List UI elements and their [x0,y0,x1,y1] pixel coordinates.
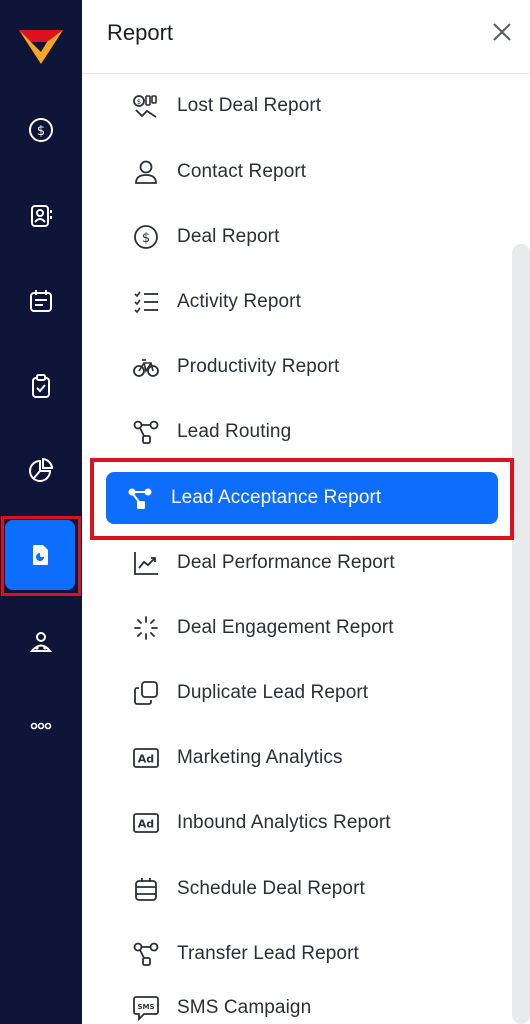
rail-tasks-button[interactable] [21,366,61,406]
dollar-circle-icon: $ [134,225,158,249]
svg-text:Ad: Ad [138,753,154,766]
menu-item-label: Activity Report [177,291,301,312]
menu-item-label: Contact Report [177,161,307,182]
sms-icon: SMS [133,996,159,1022]
menu-item-productivity-report[interactable]: Productivity Report [112,341,517,393]
user-group-icon [29,632,53,652]
menu-item-lead-routing[interactable]: Lead Routing [112,406,517,458]
menu-item-label: Lead Acceptance Report [171,487,382,508]
calendar-note-icon [30,290,52,312]
left-nav-rail: $ [0,0,82,1024]
calendar-icon [135,878,157,901]
panel-header: Report [82,0,530,74]
menu-item-label: Deal Engagement Report [177,617,394,638]
dollar-circle-icon: $ [29,118,53,142]
rail-contacts-button[interactable] [21,196,61,236]
svg-text:Ad: Ad [138,818,154,831]
menu-item-deal-report[interactable]: $ Deal Report [112,211,517,263]
menu-item-schedule-deal-report[interactable]: Schedule Deal Report [112,863,517,915]
menu-item-label: Productivity Report [177,356,340,377]
checklist-icon [134,291,158,314]
menu-item-label: Deal Performance Report [177,552,395,573]
menu-item-inbound-analytics-report[interactable]: Ad Inbound Analytics Report [112,797,517,849]
menu-item-deal-engagement-report[interactable]: Deal Engagement Report [112,602,517,654]
bicycle-icon [133,359,159,377]
pie-chart-icon [29,457,54,482]
duplicate-icon [134,681,158,705]
menu-item-label: Marketing Analytics [177,747,343,768]
report-document-icon [33,545,48,565]
menu-item-label: SMS Campaign [177,997,312,1018]
menu-item-label: Lost Deal Report [177,95,322,116]
loading-spinner-icon [134,616,158,640]
routing-icon [133,942,159,966]
routing-icon [133,420,159,444]
brand-logo-icon[interactable] [17,24,65,68]
menu-item-label: Deal Report [177,226,280,247]
menu-item-label: Transfer Lead Report [177,943,359,964]
menu-item-lead-acceptance-report[interactable]: Lead Acceptance Report [106,472,498,524]
ad-icon: Ad [133,748,159,768]
svg-text:$: $ [137,98,141,106]
more-dots-icon [30,722,52,730]
menu-item-label: Inbound Analytics Report [177,812,391,833]
rail-more-button[interactable] [21,706,61,746]
menu-item-activity-report[interactable]: Activity Report [112,276,517,328]
menu-item-label: Lead Routing [177,421,292,442]
close-button[interactable] [488,18,516,46]
svg-text:$: $ [142,231,150,246]
close-icon [493,23,511,41]
report-panel: Report $ Lost Deal Report Contact Report [82,0,530,1024]
menu-item-sms-campaign[interactable]: SMS SMS Campaign [112,982,517,1024]
rail-reports-button[interactable] [5,520,75,590]
svg-text:SMS: SMS [137,1003,154,1011]
menu-item-contact-report[interactable]: Contact Report [112,146,517,198]
menu-item-lost-deal-report[interactable]: $ Lost Deal Report [112,80,517,132]
routing-icon [128,488,152,509]
menu-item-transfer-lead-report[interactable]: Transfer Lead Report [112,928,517,980]
lost-deal-icon: $ [133,95,157,118]
rail-deals-button[interactable]: $ [21,110,61,150]
contact-card-icon [31,205,52,227]
ad-icon: Ad [133,813,159,833]
rail-analytics-button[interactable] [21,450,61,490]
trend-chart-icon [134,552,158,575]
rail-team-button[interactable] [21,622,61,662]
person-icon [135,160,157,184]
rail-calendar-button[interactable] [21,281,61,321]
svg-text:$: $ [37,124,45,139]
menu-item-duplicate-lead-report[interactable]: Duplicate Lead Report [112,667,517,719]
panel-title: Report [107,20,174,45]
menu-item-label: Duplicate Lead Report [177,682,369,703]
menu-item-deal-performance-report[interactable]: Deal Performance Report [112,537,517,589]
menu-item-marketing-analytics[interactable]: Ad Marketing Analytics [112,732,517,784]
clipboard-check-icon [32,374,50,398]
menu-item-label: Schedule Deal Report [177,878,365,899]
